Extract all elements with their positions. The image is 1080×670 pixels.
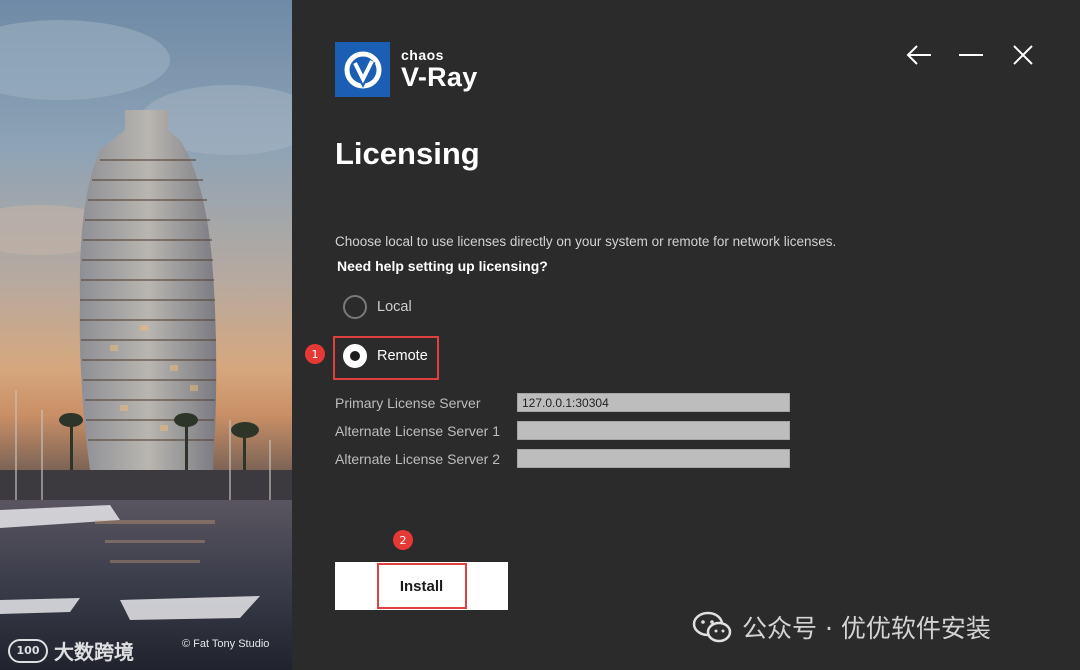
page-title: Licensing [335,136,480,171]
watermark-right-text: 公众号 · 优优软件安装 [742,614,991,643]
annotation-step-2-badge: 2 [393,530,413,550]
watermark-left-text: 大数跨境 [54,640,134,664]
primary-server-label: Primary License Server [335,394,481,411]
alt-server-1-label: Alternate License Server 1 [335,422,500,439]
radio-local-label: Local [377,299,412,315]
back-button[interactable] [902,40,936,70]
tower-illustration [0,20,292,670]
photo-credit: © Fat Tony Studio [182,638,270,650]
radio-remote-circle[interactable] [343,344,367,368]
licensing-help-link[interactable]: Need help setting up licensing? [337,258,548,274]
primary-server-input[interactable] [517,393,790,412]
alt-server-2-row: Alternate License Server 2 [335,449,790,468]
radio-remote-label: Remote [377,348,428,364]
vray-logo: chaos V-Ray [335,42,478,97]
minimize-button[interactable] [954,40,988,70]
vray-logo-icon [335,42,390,97]
radio-local[interactable]: Local [343,295,412,319]
minimize-icon [959,54,983,56]
watermark-left: 100 大数跨境 [8,636,134,665]
wechat-icon [692,611,732,643]
logo-product: V-Ray [401,62,478,92]
watermark-right: 公众号 · 优优软件安装 [692,609,991,645]
radio-local-circle[interactable] [343,295,367,319]
annotation-highlight-install [377,563,467,609]
page-description: Choose local to use licenses directly on… [335,234,837,249]
alt-server-2-input[interactable] [517,449,790,468]
radio-remote[interactable]: Remote [343,344,428,368]
hero-photo: 100 大数跨境 © Fat Tony Studio [0,0,292,670]
alt-server-1-row: Alternate License Server 1 [335,421,790,440]
arrow-left-icon [906,45,931,65]
primary-server-row: Primary License Server [335,393,790,412]
close-button[interactable] [1006,40,1040,70]
watermark-logo-icon: 100 [8,638,48,663]
installer-main-panel: chaos V-Ray Licensing Choose local to us… [292,0,1080,670]
close-icon [1013,45,1033,65]
alt-server-1-input[interactable] [517,421,790,440]
alt-server-2-label: Alternate License Server 2 [335,450,500,467]
annotation-step-1-badge: 1 [305,344,325,364]
window-controls [902,40,1040,70]
logo-brand: chaos [401,47,444,63]
